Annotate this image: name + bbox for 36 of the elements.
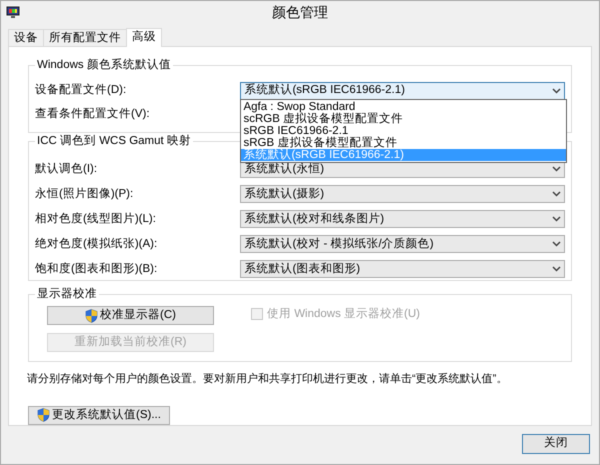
dropdown-option[interactable]: Agfa : Swop Standard: [241, 101, 566, 113]
calibrate-button[interactable]: 校准显示器(C): [47, 306, 214, 326]
field-label: 查看条件配置文件(V):: [35, 106, 151, 122]
dropdown-option[interactable]: scRGB 虚拟设备模型配置文件: [241, 113, 566, 125]
chevron-down-icon: [552, 191, 561, 198]
shield-icon: [85, 308, 98, 323]
group-title: ICC 调色到 WCS Gamut 映射: [35, 134, 193, 148]
window-title: 颜色管理: [271, 3, 329, 22]
dropdown-option[interactable]: sRGB IEC61966-2.1: [241, 125, 566, 137]
field-label: 默认调色(I):: [35, 162, 98, 177]
chevron-down-icon: [552, 266, 561, 272]
change-defaults-button[interactable]: 更改系统默认值(S)...: [28, 406, 170, 425]
field-label: 永恒(照片图像)(P):: [35, 186, 134, 202]
checkbox-label: 使用 Windows 显示器校准(U): [267, 306, 420, 322]
tab[interactable]: 设备: [8, 29, 44, 46]
dropdown[interactable]: 系统默认(图表和图形): [240, 260, 565, 278]
chevron-down-icon: [552, 216, 561, 222]
dropdown-option[interactable]: sRGB 虚拟设备模型配置文件: [241, 137, 566, 149]
field-label: 饱和度(图表和图形)(B):: [35, 262, 158, 277]
note-text: 请分别存储对每个用户的颜色设置。要对新用户和共享打印机进行更改，请单击“更改系统默认值”。: [27, 372, 508, 388]
close-button[interactable]: 关闭: [522, 434, 590, 454]
monitor-icon: [6, 6, 20, 19]
tab[interactable]: 高级: [126, 28, 162, 47]
field-label: 绝对色度(模拟纸张)(A):: [35, 236, 158, 252]
field-label: 设备配置文件(D):: [35, 82, 128, 98]
chevron-down-icon: [552, 241, 561, 248]
group-title: 显示器校准: [35, 287, 99, 302]
group-title: Windows 颜色系统默认值: [35, 58, 173, 72]
dropdown[interactable]: 系统默认(sRGB IEC61966-2.1): [240, 82, 565, 100]
dropdown[interactable]: 系统默认(校对 - 模拟纸张/介质颜色): [240, 235, 565, 254]
chevron-down-icon: [552, 166, 561, 172]
field-label: 相对色度(线型图片)(L):: [35, 212, 157, 227]
chevron-down-icon: [552, 88, 561, 94]
shield-icon: [37, 408, 50, 422]
dropdown[interactable]: 系统默认(校对和线条图片): [240, 210, 565, 228]
dropdown[interactable]: 系统默认(摄影): [240, 185, 565, 204]
